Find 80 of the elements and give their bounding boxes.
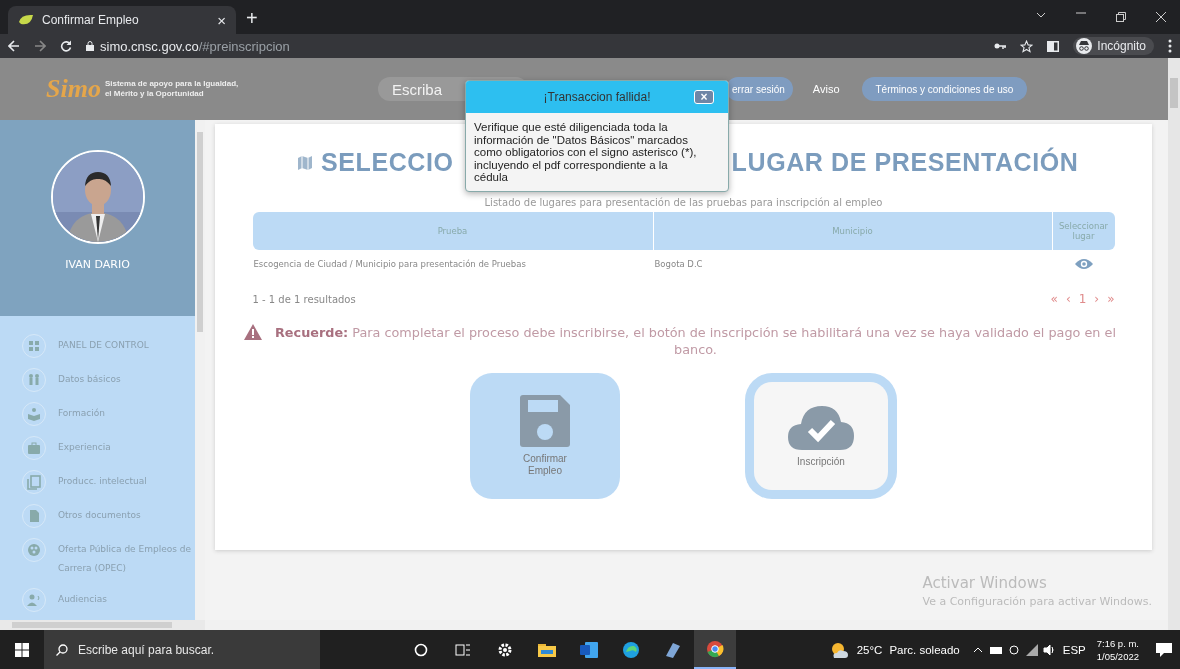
user-name: IVAN DARIO [65,258,130,271]
notice-link[interactable]: Aviso [812,83,840,95]
notification-icon[interactable] [1156,642,1172,657]
page-title: LUGAR DE PRESENTACIÓN [731,148,1079,177]
menu-item-icon [22,470,46,494]
chevron-up-icon[interactable] [972,646,983,653]
menu-item-icon [22,588,46,612]
menu-item-icon [22,436,46,460]
menu-item-icon [22,368,46,392]
chrome-icon[interactable] [694,630,736,669]
windows-start-icon[interactable] [15,642,29,657]
weather-text[interactable]: Parc. soleado [889,643,960,656]
column-header: Seleccionar lugar [1052,212,1115,250]
star-icon[interactable] [1020,39,1034,53]
table-cell-text: Bogota D.C [653,258,704,271]
restore-icon[interactable] [1116,12,1126,22]
taskbar-search-field[interactable]: Escribe aquí para buscar. [44,630,320,669]
sidebar-horizontal-scrollbar[interactable] [0,620,205,630]
reminder-text: Recuerde: Para completar el proceso debe inscribirse, el botón de inscripción se habilitará una vez se haya validado el pago en el banco. [274,324,1117,358]
key-icon[interactable] [994,42,1007,50]
clock[interactable]: 7:16 p. m. 1/05/2022 [1096,636,1139,663]
logo: Simo [46,74,101,104]
sidebar-scrollbar[interactable] [195,120,205,620]
browser-tab[interactable]: Confirmar Empleo × [8,6,236,34]
close-tab-button[interactable]: × [217,11,226,29]
pagination-link[interactable]: › [1094,292,1100,306]
reload-icon[interactable] [60,40,72,52]
page-title: SELECCIO [321,148,454,177]
sidebar-item[interactable]: Experiencia [22,436,195,460]
address-bar[interactable]: simo.cnsc.gov.co/#preinscripcion [86,38,981,54]
sidebar-item[interactable]: Producc. intelectual [22,470,195,494]
chevron-down-icon[interactable] [1036,12,1046,18]
menu-item-icon [22,504,46,528]
weather-icon[interactable] [829,641,850,658]
column-header: Municipio [653,212,1053,250]
tray-icons-drawing[interactable] [989,642,1056,657]
warning-icon [243,324,262,340]
temperature[interactable]: 25°C [856,643,883,656]
search-icon [56,644,68,656]
pagination-link[interactable]: 1 [1078,292,1087,306]
confirm-button[interactable]: Confirmar Empleo [470,373,620,499]
activation-title: Activar Windows [922,574,1048,592]
sidebar-item[interactable]: PANEL DE CONTROL [22,334,195,358]
incognito-icon [1076,38,1093,54]
profile-button[interactable]: Incógnito [1073,37,1154,55]
page-scrollbar[interactable] [1168,58,1180,630]
back-icon[interactable] [8,40,20,52]
menu-item-icon [22,402,46,426]
new-tab-button[interactable]: + [246,7,258,30]
logout-button[interactable]: errar sesión [726,77,793,101]
close-button[interactable]: × [694,90,714,104]
eye-icon[interactable] [1073,258,1094,270]
side-panel-icon[interactable] [1047,40,1060,52]
column-header: Prueba [252,212,654,250]
cloud-check-icon [788,404,854,450]
sidebar-item[interactable]: Oferta Pública de Empleos de Carrera (OPEC) [22,538,195,578]
logo-tagline: Sistema de apoyo para la Igualdad, el Mérito y la Oportunidad [104,79,239,99]
pagination-link[interactable]: « [1050,292,1058,306]
language-indicator[interactable]: ESP [1062,643,1086,656]
map-icon [297,154,313,171]
activation-text: Ve a Configuración para activar Windows. [922,595,1152,608]
dialog-message: Verifique que esté diligenciada toda la información de "Datos Básicos" marcados como obligatorios con el signo asterisco (*), incluyendo el pdf correspondiente a la cédula [473,120,698,185]
table-cell-text: Escogencia de Ciudad / Municipio para presentación de Pruebas [252,258,527,271]
leaf-icon [18,13,34,27]
table-caption: Listado de lugares para presentación de las pruebas para inscripción al empleo [484,197,883,208]
close-icon[interactable] [1156,12,1166,22]
sidebar-item[interactable]: Otros documentos [22,504,195,528]
sidebar-item[interactable]: Formación [22,402,195,426]
forward-icon[interactable] [34,40,46,52]
pagination-link[interactable]: » [1107,292,1115,306]
terms-button[interactable]: Términos y condiciones de uso [861,77,1028,101]
more-icon[interactable] [1168,39,1172,53]
results-count: 1 - 1 de 1 resultados [252,293,356,305]
sidebar-item[interactable]: Datos básicos [22,368,195,392]
menu-item-icon [22,334,46,358]
menu-item-icon [22,538,46,562]
dialog-title: ¡Transaccion fallida! [543,90,651,104]
lock-icon [86,41,94,51]
sidebar-item[interactable]: Audiencias [22,588,195,612]
pagination-link[interactable]: ‹ [1065,292,1071,306]
